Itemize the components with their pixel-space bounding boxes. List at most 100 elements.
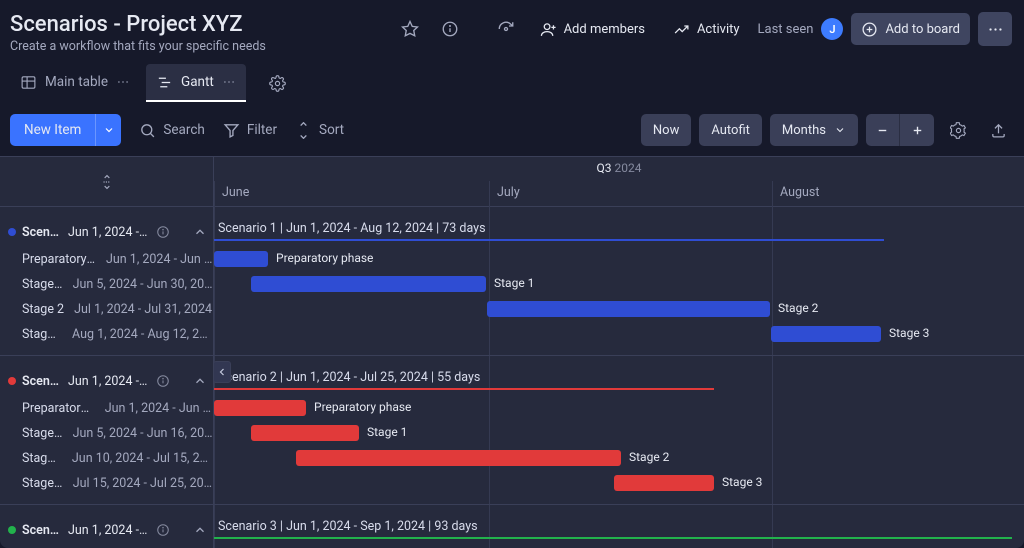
- star-icon[interactable]: [394, 13, 426, 45]
- gantt-bar[interactable]: [251, 276, 486, 292]
- group-header[interactable]: Scenario 3 Jun 1, 2024 - Se…: [0, 515, 213, 545]
- task-row[interactable]: Stage 1 Jun 5, 2024 - Jun 30, 2024: [0, 272, 213, 297]
- zoom-controls: [866, 114, 934, 146]
- gantt-bar-label: Stage 1: [367, 425, 407, 439]
- group-summary-bar[interactable]: [214, 537, 1012, 539]
- view-settings-button[interactable]: [262, 67, 294, 99]
- task-row[interactable]: Stage 3Jul 15, 2024 - Jul 25, 2024: [0, 471, 213, 496]
- gantt-bar[interactable]: [487, 301, 770, 317]
- filter-button[interactable]: Filter: [223, 122, 277, 139]
- now-button[interactable]: Now: [641, 114, 691, 146]
- search-label: Search: [163, 122, 204, 138]
- info-icon[interactable]: [156, 225, 170, 239]
- gantt-row: Stage 1: [214, 421, 1024, 446]
- month-label: July: [489, 185, 520, 200]
- group-header[interactable]: Scenario 2 Jun 1, 2024 - Ju…: [0, 366, 213, 396]
- collapse-left-pane[interactable]: [214, 361, 231, 383]
- activity-button[interactable]: Activity: [663, 13, 750, 45]
- gantt-bar[interactable]: [214, 251, 268, 267]
- tab-gantt[interactable]: Gantt: [146, 64, 246, 102]
- group-header[interactable]: Scenario 1 Jun 1, 2024 - Au…: [0, 217, 213, 247]
- minus-icon: [875, 123, 890, 138]
- new-item-button[interactable]: New Item: [10, 114, 121, 146]
- gantt-group: Scenario 1 | Jun 1, 2024 - Aug 12, 2024 …: [214, 207, 1024, 356]
- timescale-select[interactable]: Months: [770, 114, 858, 146]
- collapse-group-button[interactable]: [193, 374, 207, 388]
- group-name: Scenario 2: [22, 374, 60, 389]
- group-dates: Jun 1, 2024 - Au…: [68, 225, 148, 240]
- gantt-bar[interactable]: [296, 450, 621, 466]
- task-dates: Jun 1, 2024 - Jun 1…: [105, 401, 213, 416]
- task-name: Stage 1: [22, 426, 63, 441]
- refresh-icon[interactable]: [490, 13, 522, 45]
- info-icon[interactable]: [156, 523, 170, 537]
- expand-collapse-all[interactable]: [100, 173, 114, 191]
- add-members-button[interactable]: Add members: [530, 13, 655, 45]
- tab-main-table-menu[interactable]: [116, 75, 130, 89]
- gantt-row: Stage 2: [214, 297, 1024, 322]
- gantt-bar-label: Preparatory phase: [314, 400, 411, 414]
- last-seen[interactable]: Last seen J: [758, 18, 844, 40]
- tab-gantt-label: Gantt: [181, 74, 214, 90]
- tab-main-table[interactable]: Main table: [10, 64, 140, 102]
- task-name: Stage 3: [22, 327, 62, 342]
- task-row[interactable]: Stage 2Jun 10, 2024 - Jul 15, 2024: [0, 446, 213, 471]
- group-dates: Jun 1, 2024 - Ju…: [68, 374, 148, 389]
- sort-button[interactable]: Sort: [295, 122, 344, 139]
- gantt-bar[interactable]: [251, 425, 359, 441]
- export-button[interactable]: [982, 114, 1014, 146]
- gantt-settings-button[interactable]: [942, 114, 974, 146]
- chevron-left-icon: [216, 366, 228, 378]
- table-icon: [20, 74, 37, 91]
- gantt-bar-label: Preparatory phase: [276, 251, 373, 265]
- gantt-bar-label: Stage 2: [778, 301, 818, 315]
- task-row[interactable]: Preparatory p…Jun 1, 2024 - Jun 6…: [0, 247, 213, 272]
- page-title[interactable]: Scenarios - Project XYZ: [10, 12, 266, 37]
- tab-gantt-menu[interactable]: [222, 75, 236, 89]
- task-dates: Jul 1, 2024 - Jul 31, 2024: [74, 302, 212, 317]
- search-icon: [139, 122, 156, 139]
- task-name: Stage 1: [22, 277, 63, 292]
- task-row[interactable]: Preparatory … Jun 1, 2024 - Jun 1…: [0, 396, 213, 421]
- add-to-board-label: Add to board: [885, 22, 960, 37]
- new-item-label: New Item: [24, 122, 81, 138]
- gear-icon: [950, 122, 967, 139]
- gantt-group: Scenario 2 | Jun 1, 2024 - Jul 25, 2024 …: [214, 356, 1024, 505]
- sort-label: Sort: [319, 122, 344, 138]
- task-row[interactable]: Stage 1 Jun 5, 2024 - Jun 16, 2024: [0, 421, 213, 446]
- gantt-right-pane[interactable]: Q3 2024 June July August Scenario 1 | Ju…: [214, 157, 1024, 548]
- task-dates: Jun 10, 2024 - Jul 15, 2024: [72, 451, 213, 466]
- gantt-chart: Scenario 1 Jun 1, 2024 - Au… Preparatory…: [0, 156, 1024, 548]
- gantt-row: Stage 3: [214, 471, 1024, 496]
- zoom-out-button[interactable]: [866, 114, 900, 146]
- group-block: Scenario 3 Jun 1, 2024 - Se…: [0, 505, 213, 548]
- task-row[interactable]: Stage 3Aug 1, 2024 - Aug 12, 2024: [0, 322, 213, 347]
- task-dates: Jun 1, 2024 - Jun 6…: [106, 252, 213, 267]
- gantt-bar[interactable]: [614, 475, 714, 491]
- info-icon[interactable]: [434, 13, 466, 45]
- task-name: Preparatory …: [22, 401, 95, 416]
- avatar[interactable]: J: [821, 18, 843, 40]
- collapse-group-button[interactable]: [193, 523, 207, 537]
- group-summary-bar[interactable]: [214, 239, 884, 241]
- filter-icon: [223, 122, 240, 139]
- gantt-row: Preparatory phase: [214, 396, 1024, 421]
- collapse-group-button[interactable]: [193, 225, 207, 239]
- more-menu-button[interactable]: [978, 12, 1012, 46]
- gantt-row: Stage 3: [214, 322, 1024, 347]
- task-dates: Jun 5, 2024 - Jun 30, 2024: [73, 277, 213, 292]
- task-dates: Jun 5, 2024 - Jun 16, 2024: [73, 426, 213, 441]
- gantt-bar[interactable]: [771, 326, 881, 342]
- chevron-up-icon: [193, 374, 207, 388]
- chevron-up-icon: [193, 523, 207, 537]
- task-row[interactable]: Stage 2Jul 1, 2024 - Jul 31, 2024: [0, 297, 213, 322]
- gantt-bar[interactable]: [214, 400, 306, 416]
- search-button[interactable]: Search: [139, 122, 204, 139]
- group-summary-bar[interactable]: [214, 388, 714, 390]
- info-icon[interactable]: [156, 374, 170, 388]
- zoom-in-button[interactable]: [900, 114, 934, 146]
- add-to-board-button[interactable]: Add to board: [851, 13, 970, 45]
- autofit-button[interactable]: Autofit: [699, 114, 762, 146]
- new-item-dropdown[interactable]: [95, 114, 121, 146]
- last-seen-label: Last seen: [758, 22, 814, 37]
